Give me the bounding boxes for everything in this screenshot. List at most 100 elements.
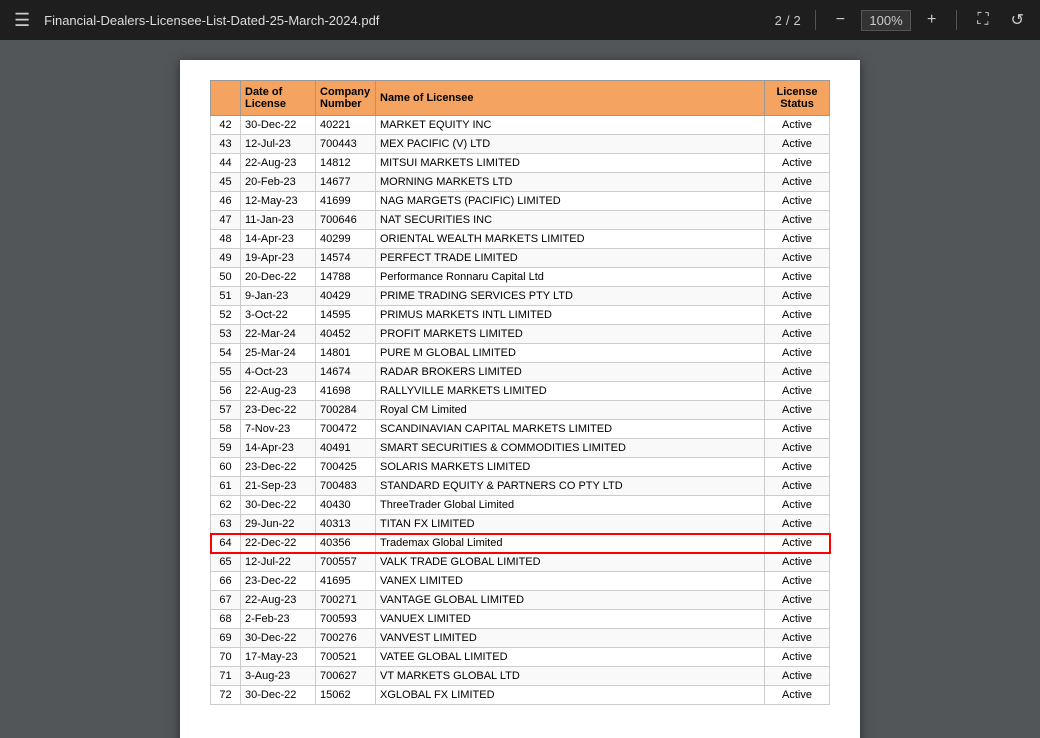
row-status: Active — [765, 610, 830, 629]
row-num: 71 — [211, 667, 241, 686]
row-licensee-name: VALK TRADE GLOBAL LIMITED — [376, 553, 765, 572]
divider2 — [956, 10, 957, 30]
row-company: 700271 — [316, 591, 376, 610]
row-status: Active — [765, 553, 830, 572]
table-row: 6623-Dec-2241695VANEX LIMITEDActive — [211, 572, 830, 591]
row-licensee-name: RALLYVILLE MARKETS LIMITED — [376, 382, 765, 401]
row-date: 7-Nov-23 — [241, 420, 316, 439]
row-num: 72 — [211, 686, 241, 705]
col-company: Company Number — [316, 81, 376, 116]
row-licensee-name: PERFECT TRADE LIMITED — [376, 249, 765, 268]
fit-page-button[interactable]: ⛶ — [971, 9, 994, 31]
table-row: 713-Aug-23700627VT MARKETS GLOBAL LTDAct… — [211, 667, 830, 686]
row-licensee-name: Performance Ronnaru Capital Ltd — [376, 268, 765, 287]
zoom-in-button[interactable]: + — [921, 9, 942, 31]
row-date: 3-Oct-22 — [241, 306, 316, 325]
table-row: 4919-Apr-2314574PERFECT TRADE LIMITEDAct… — [211, 249, 830, 268]
row-status: Active — [765, 420, 830, 439]
row-date: 9-Jan-23 — [241, 287, 316, 306]
row-company: 700472 — [316, 420, 376, 439]
row-num: 53 — [211, 325, 241, 344]
table-row: 523-Oct-2214595PRIMUS MARKETS INTL LIMIT… — [211, 306, 830, 325]
row-licensee-name: PURE M GLOBAL LIMITED — [376, 344, 765, 363]
row-company: 700443 — [316, 135, 376, 154]
row-company: 700425 — [316, 458, 376, 477]
row-num: 59 — [211, 439, 241, 458]
toolbar: ☰ Financial-Dealers-Licensee-List-Dated-… — [0, 0, 1040, 40]
row-num: 62 — [211, 496, 241, 515]
pdf-viewer[interactable]: ⊙C KnowFX Date of License Company Number… — [0, 40, 1040, 738]
zoom-out-button[interactable]: − — [830, 9, 851, 31]
row-status: Active — [765, 534, 830, 553]
row-num: 48 — [211, 230, 241, 249]
page-indicator: 2 / 2 — [775, 13, 801, 28]
row-licensee-name: PRIMUS MARKETS INTL LIMITED — [376, 306, 765, 325]
menu-icon[interactable]: ☰ — [10, 6, 34, 35]
table-row: 5020-Dec-2214788Performance Ronnaru Capi… — [211, 268, 830, 287]
row-company: 700521 — [316, 648, 376, 667]
row-status: Active — [765, 572, 830, 591]
table-row: 4814-Apr-2340299ORIENTAL WEALTH MARKETS … — [211, 230, 830, 249]
row-date: 22-Aug-23 — [241, 154, 316, 173]
row-num: 60 — [211, 458, 241, 477]
page-separator: / — [786, 13, 790, 28]
row-licensee-name: PROFIT MARKETS LIMITED — [376, 325, 765, 344]
row-status: Active — [765, 306, 830, 325]
table-row: 4230-Dec-2240221MARKET EQUITY INCActive — [211, 116, 830, 135]
row-status: Active — [765, 515, 830, 534]
row-status: Active — [765, 211, 830, 230]
row-num: 57 — [211, 401, 241, 420]
row-company: 700646 — [316, 211, 376, 230]
row-date: 20-Feb-23 — [241, 173, 316, 192]
table-row: 4711-Jan-23700646NAT SECURITIES INCActiv… — [211, 211, 830, 230]
row-num: 67 — [211, 591, 241, 610]
row-status: Active — [765, 667, 830, 686]
row-status: Active — [765, 154, 830, 173]
table-row: 6930-Dec-22700276VANVEST LIMITEDActive — [211, 629, 830, 648]
row-num: 44 — [211, 154, 241, 173]
row-date: 21-Sep-23 — [241, 477, 316, 496]
row-company: 41695 — [316, 572, 376, 591]
row-licensee-name: MEX PACIFIC (V) LTD — [376, 135, 765, 154]
row-company: 40356 — [316, 534, 376, 553]
table-row: 6230-Dec-2240430ThreeTrader Global Limit… — [211, 496, 830, 515]
row-licensee-name: SMART SECURITIES & COMMODITIES LIMITED — [376, 439, 765, 458]
row-num: 55 — [211, 363, 241, 382]
row-date: 22-Aug-23 — [241, 591, 316, 610]
row-status: Active — [765, 173, 830, 192]
row-company: 40221 — [316, 116, 376, 135]
table-row: 554-Oct-2314674RADAR BROKERS LIMITEDActi… — [211, 363, 830, 382]
table-row: 587-Nov-23700472SCANDINAVIAN CAPITAL MAR… — [211, 420, 830, 439]
licensee-table: Date of License Company Number Name of L… — [210, 80, 830, 705]
table-row: 6422-Dec-2240356Trademax Global LimitedA… — [211, 534, 830, 553]
row-status: Active — [765, 344, 830, 363]
row-company: 14788 — [316, 268, 376, 287]
row-date: 12-Jul-23 — [241, 135, 316, 154]
row-licensee-name: SOLARIS MARKETS LIMITED — [376, 458, 765, 477]
row-num: 58 — [211, 420, 241, 439]
row-date: 23-Dec-22 — [241, 572, 316, 591]
row-status: Active — [765, 439, 830, 458]
row-licensee-name: ORIENTAL WEALTH MARKETS LIMITED — [376, 230, 765, 249]
row-date: 23-Dec-22 — [241, 401, 316, 420]
history-button[interactable]: ↺ — [1005, 8, 1030, 32]
row-company: 14674 — [316, 363, 376, 382]
row-num: 54 — [211, 344, 241, 363]
table-row: 6722-Aug-23700271VANTAGE GLOBAL LIMITEDA… — [211, 591, 830, 610]
row-status: Active — [765, 648, 830, 667]
row-company: 700557 — [316, 553, 376, 572]
row-status: Active — [765, 249, 830, 268]
table-row: 682-Feb-23700593VANUEX LIMITEDActive — [211, 610, 830, 629]
row-date: 12-Jul-22 — [241, 553, 316, 572]
row-date: 23-Dec-22 — [241, 458, 316, 477]
row-licensee-name: NAT SECURITIES INC — [376, 211, 765, 230]
table-row: 7230-Dec-2215062XGLOBAL FX LIMITEDActive — [211, 686, 830, 705]
row-date: 4-Oct-23 — [241, 363, 316, 382]
row-company: 14595 — [316, 306, 376, 325]
row-licensee-name: VANVEST LIMITED — [376, 629, 765, 648]
row-licensee-name: Trademax Global Limited — [376, 534, 765, 553]
row-date: 29-Jun-22 — [241, 515, 316, 534]
row-num: 68 — [211, 610, 241, 629]
row-date: 25-Mar-24 — [241, 344, 316, 363]
row-company: 14677 — [316, 173, 376, 192]
